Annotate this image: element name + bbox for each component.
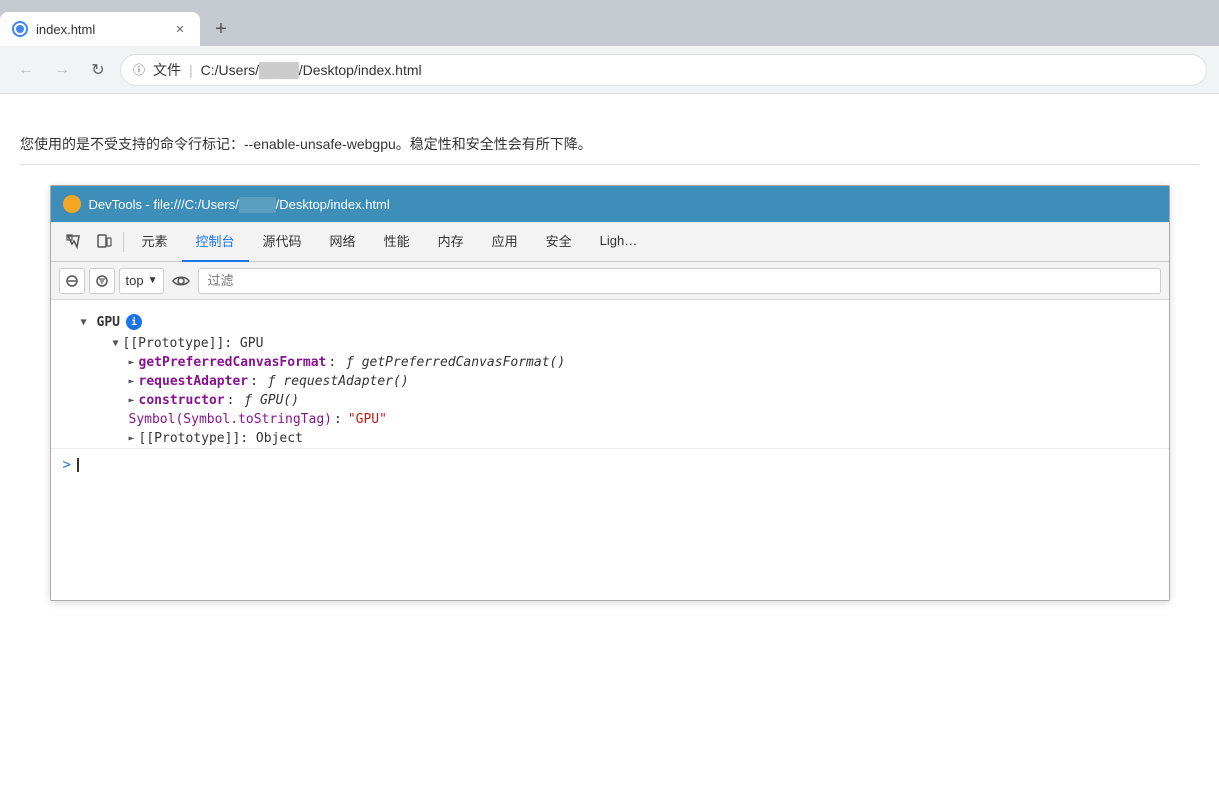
tab-sources[interactable]: 源代码	[249, 222, 316, 262]
prototype-text: [[Prototype]]: GPU	[123, 336, 264, 351]
colon-3: :	[227, 393, 235, 408]
browser-chrome: index.html ✕ + ← → ↻ ⓘ 文件 | C:/Users/███…	[0, 0, 1219, 94]
console-output: ▼ GPU i ▼ [[Prototype]]: GPU ► getPrefer…	[51, 300, 1169, 600]
prompt-arrow-icon: >	[63, 457, 71, 473]
tab-separator	[123, 232, 124, 252]
tab-close-button[interactable]: ✕	[172, 21, 188, 37]
colon-2: :	[250, 374, 258, 389]
gpu-label: GPU	[97, 315, 120, 330]
symbol-colon: :	[334, 412, 342, 427]
symbol-line: Symbol(Symbol.toStringTag) : "GPU"	[51, 410, 1169, 429]
devtools-titlebar: DevTools - file:///C:/Users/████/Desktop…	[51, 186, 1169, 222]
live-expressions-button[interactable]	[168, 268, 194, 294]
address-bar[interactable]: ⓘ 文件 | C:/Users/████/Desktop/index.html	[120, 54, 1207, 86]
func-f-1: ƒ	[338, 355, 361, 370]
method-name-1: getPreferredCanvasFormat	[139, 355, 327, 370]
gpu-toggle-arrow[interactable]: ▼	[81, 317, 87, 328]
func-sig-3: GPU()	[260, 393, 299, 408]
devtools-console-toolbar: top ▼	[51, 262, 1169, 300]
page-content: 您使用的是不受支持的命令行标记：--enable-unsafe-webgpu。稳…	[0, 94, 1219, 621]
tab-security[interactable]: 安全	[532, 222, 586, 262]
constructor-line: ► constructor : ƒ GPU()	[51, 391, 1169, 410]
func-sig-1: getPreferredCanvasFormat()	[362, 355, 566, 370]
clear-console-button[interactable]	[59, 268, 85, 294]
devtools-window: DevTools - file:///C:/Users/████/Desktop…	[50, 185, 1170, 601]
address-path: C:/Users/████/Desktop/index.html	[201, 62, 422, 78]
prototype-toggle[interactable]: ▼	[113, 338, 119, 349]
forward-button[interactable]: →	[48, 56, 76, 84]
gpu-header-line: ▼ GPU i	[51, 308, 1169, 334]
filter-toggle-button[interactable]	[89, 268, 115, 294]
info-icon: ⓘ	[133, 61, 145, 78]
tab-favicon	[12, 21, 28, 37]
tab-lighthouse[interactable]: Ligh…	[586, 222, 652, 262]
func-sig-2: requestAdapter()	[283, 374, 408, 389]
tab-performance[interactable]: 性能	[370, 222, 424, 262]
new-tab-button[interactable]: +	[204, 12, 238, 46]
func-f-3: ƒ	[236, 393, 259, 408]
reload-button[interactable]: ↻	[84, 56, 112, 84]
cursor-blink	[77, 458, 79, 472]
filter-input[interactable]	[198, 268, 1160, 294]
method-toggle-1[interactable]: ►	[129, 357, 135, 368]
get-preferred-canvas-format-line: ► getPreferredCanvasFormat : ƒ getPrefer…	[51, 353, 1169, 372]
devtools-favicon	[63, 195, 81, 213]
device-toolbar-icon[interactable]	[89, 227, 119, 257]
address-separator: |	[189, 62, 193, 78]
active-tab[interactable]: index.html ✕	[0, 12, 200, 46]
method-toggle-2[interactable]: ►	[129, 376, 135, 387]
nav-bar: ← → ↻ ⓘ 文件 | C:/Users/████/Desktop/index…	[0, 46, 1219, 94]
tab-memory[interactable]: 内存	[424, 222, 478, 262]
file-label: 文件	[153, 60, 181, 80]
method-name-2: requestAdapter	[139, 374, 249, 389]
symbol-key: Symbol(Symbol.toStringTag)	[129, 412, 333, 427]
request-adapter-line: ► requestAdapter : ƒ requestAdapter()	[51, 372, 1169, 391]
tab-network[interactable]: 网络	[316, 222, 370, 262]
prototype-obj-text: [[Prototype]]: Object	[139, 431, 303, 446]
info-badge: i	[126, 314, 142, 330]
prototype-obj-toggle[interactable]: ►	[129, 433, 135, 444]
back-button[interactable]: ←	[12, 56, 40, 84]
chevron-down-icon: ▼	[148, 275, 158, 286]
tab-title: index.html	[36, 22, 164, 37]
prototype-gpu-line: ▼ [[Prototype]]: GPU	[51, 334, 1169, 353]
symbol-value: "GPU"	[348, 412, 387, 427]
colon-1: :	[328, 355, 336, 370]
tab-elements[interactable]: 元素	[128, 222, 182, 262]
tab-console[interactable]: 控制台	[182, 222, 249, 262]
constructor-name: constructor	[139, 393, 225, 408]
constructor-toggle[interactable]: ►	[129, 395, 135, 406]
prototype-object-line: ► [[Prototype]]: Object	[51, 429, 1169, 448]
context-selector[interactable]: top ▼	[119, 268, 165, 294]
tab-application[interactable]: 应用	[478, 222, 532, 262]
console-prompt[interactable]: >	[51, 448, 1169, 481]
inspect-element-icon[interactable]	[59, 227, 89, 257]
tab-bar: index.html ✕ +	[0, 0, 1219, 46]
func-f-2: ƒ	[260, 374, 283, 389]
devtools-tabs-bar: 元素 控制台 源代码 网络 性能 内存 应用 安全	[51, 222, 1169, 262]
warning-banner: 您使用的是不受支持的命令行标记：--enable-unsafe-webgpu。稳…	[20, 124, 1199, 165]
devtools-title: DevTools - file:///C:/Users/████/Desktop…	[89, 197, 390, 212]
